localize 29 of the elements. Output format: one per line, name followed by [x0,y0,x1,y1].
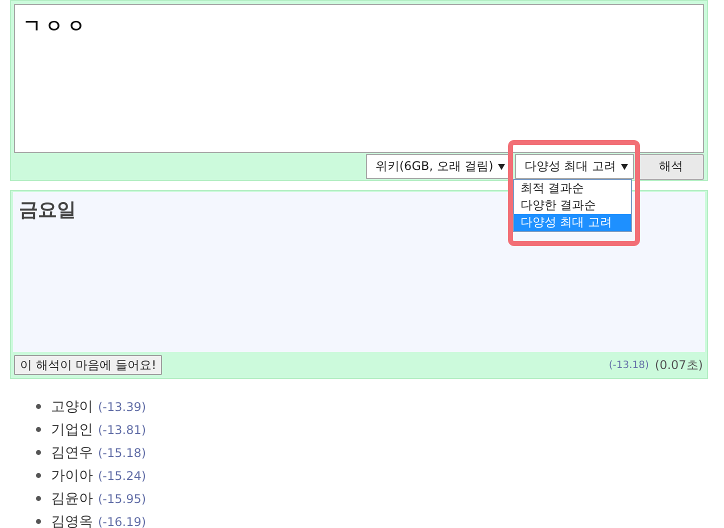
caret-icon [621,164,628,170]
candidate-word: 기업인 [51,420,93,438]
caret-icon [498,164,506,170]
order-select[interactable]: 다양성 최대 고려 [515,154,634,179]
candidate-word: 김연우 [51,444,93,462]
text-input[interactable]: ㄱㅇㅇ [14,4,704,153]
candidate-score: (-15.24) [98,468,146,482]
bullet-icon [36,519,41,524]
candidate-score: (-13.81) [98,422,146,436]
analyze-button[interactable]: 해석 [638,154,704,180]
dropdown-option[interactable]: 다양한 결과순 [514,197,632,214]
result-score: (-13.18) [608,360,649,370]
candidate-word: 김영옥 [51,512,93,528]
candidate-score: (-16.19) [98,514,146,528]
bullet-icon [36,450,41,455]
candidate-score: (-15.18) [98,446,146,460]
bullet-icon [36,404,41,409]
bullet-icon [36,496,41,501]
result-word: 금요일 [19,198,76,223]
candidate-word: 김윤아 [51,490,93,508]
candidate-word: 고양이 [51,398,93,416]
like-button[interactable]: 이 해석이 마음에 들어요! [14,355,162,375]
candidate-word: 가이아 [51,466,93,484]
bullet-icon [36,427,41,432]
candidate-score: (-15.95) [98,492,146,506]
candidate-score: (-13.39) [98,400,146,414]
bullet-icon [36,473,41,478]
dropdown-option[interactable]: 최적 결과순 [514,180,632,197]
elapsed-time: (0.07초) [654,356,703,374]
